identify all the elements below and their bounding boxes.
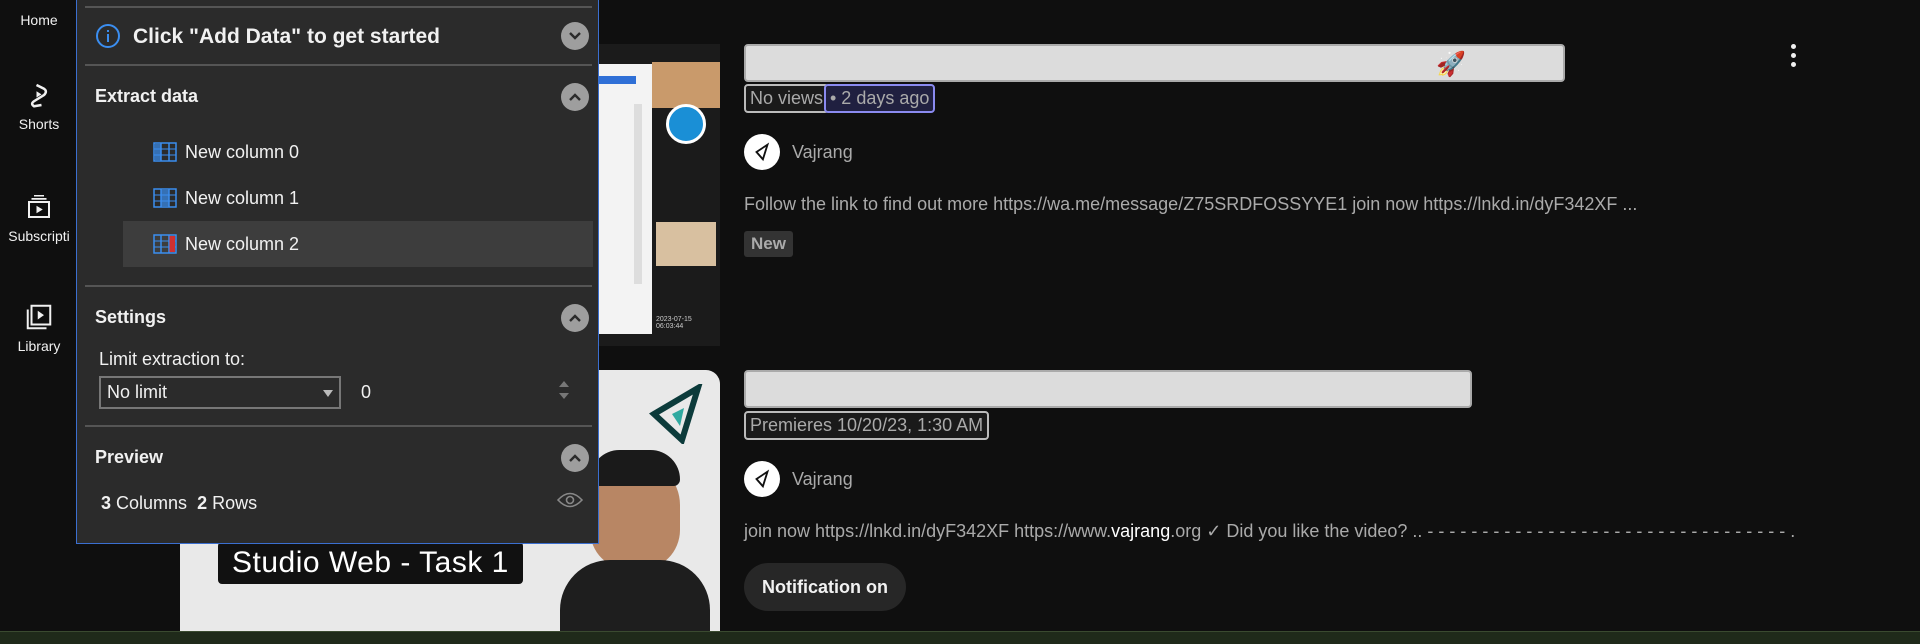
- guide-item-shorts[interactable]: Shorts: [0, 80, 78, 132]
- settings-heading: Settings: [95, 307, 167, 327]
- video-description: Follow the link to find out more https:/…: [744, 194, 1638, 214]
- thumbnail-person: [652, 62, 720, 108]
- channel-avatar[interactable]: [744, 461, 780, 497]
- divider: [85, 285, 592, 287]
- premiere-date: Premieres 10/20/23, 1:30 AM: [744, 411, 990, 440]
- taskbar-edge: [0, 631, 1920, 644]
- thumbnail-timestamp: 2023-07-15 06:03:44: [656, 316, 692, 330]
- banner-text: Click "Add Data" to get started: [133, 25, 440, 48]
- rocket-icon: 🚀: [1436, 51, 1466, 78]
- subscriptions-icon: [28, 195, 50, 218]
- channel-name[interactable]: Vajrang: [792, 469, 853, 490]
- divider: [85, 425, 592, 427]
- column-item[interactable]: New column 0: [123, 129, 593, 175]
- spinner-down-icon[interactable]: [559, 393, 569, 399]
- spinner-up-icon[interactable]: [559, 381, 569, 387]
- number-spinner[interactable]: [558, 380, 570, 406]
- thumbnail-screen-area: [590, 64, 652, 334]
- shorts-icon: [30, 83, 48, 108]
- video-title[interactable]: [744, 370, 1472, 408]
- column-item[interactable]: New column 1: [123, 175, 593, 221]
- channel-link[interactable]: Vajrang: [744, 134, 853, 170]
- limit-number-value: 0: [361, 382, 372, 402]
- preview-summary: 3 Columns 2 Rows: [101, 493, 257, 514]
- guide-item-subscriptions[interactable]: Subscripti: [0, 192, 78, 244]
- column-icon: [153, 188, 177, 208]
- limit-number-input[interactable]: 0: [349, 376, 574, 409]
- chevron-up-icon: [569, 314, 581, 322]
- column-label: New column 1: [185, 187, 300, 208]
- limit-dropdown[interactable]: No limit: [99, 376, 341, 409]
- guide-item-label: Shorts: [18, 116, 60, 132]
- preview-heading: Preview: [95, 447, 164, 467]
- channel-avatar[interactable]: [744, 134, 780, 170]
- channel-link[interactable]: Vajrang: [744, 461, 853, 497]
- thumbnail-title: Studio Web - Task 1: [218, 542, 523, 584]
- guide-sidebar: Home Shorts Subscripti Library: [0, 0, 78, 644]
- extract-data-heading: Extract data: [95, 86, 199, 106]
- vajrang-logo-icon: [649, 384, 703, 444]
- chevron-up-icon: [569, 454, 581, 462]
- description-text: join now https://lnkd.in/dyF342XF https:…: [744, 521, 1112, 541]
- guide-item-library[interactable]: Library: [0, 302, 78, 354]
- column-label: New column 0: [185, 141, 300, 162]
- limit-dropdown-value: No limit: [107, 382, 168, 402]
- guide-item-label: Home: [20, 12, 58, 28]
- view-count: No views: [744, 84, 830, 113]
- library-icon: [26, 304, 52, 330]
- video-thumbnail[interactable]: 2023-07-15 06:03:44: [590, 44, 720, 346]
- eye-icon[interactable]: [557, 491, 583, 509]
- new-badge: New: [744, 231, 793, 257]
- column-label: New column 2: [185, 233, 300, 254]
- description-text: .org ✓ Did you like the video? .. - - - …: [1170, 521, 1796, 541]
- divider: [85, 64, 592, 66]
- channel-name[interactable]: Vajrang: [792, 142, 853, 163]
- guide-item-label: Subscripti: [8, 228, 70, 244]
- thumbnail-logo: [666, 104, 706, 144]
- upload-age: • 2 days ago: [824, 84, 936, 113]
- thumbnail-person: [656, 222, 716, 266]
- collapse-banner-button[interactable]: [561, 22, 589, 50]
- divider: [85, 6, 592, 8]
- caret-down-icon: [323, 390, 333, 397]
- channel-logo-icon: [755, 142, 770, 162]
- notification-on-button[interactable]: Notification on: [744, 563, 906, 611]
- collapse-settings-button[interactable]: [561, 304, 589, 332]
- collapse-preview-button[interactable]: [561, 444, 589, 472]
- chevron-down-icon: [569, 32, 581, 40]
- column-icon: [153, 142, 177, 162]
- video-title[interactable]: 🚀: [744, 44, 1565, 82]
- column-item-selected[interactable]: New column 2: [123, 221, 593, 267]
- thumbnail-bar: [596, 76, 636, 84]
- description-highlight: vajrang: [1111, 521, 1171, 541]
- preview-rows-label: Rows: [212, 493, 258, 513]
- collapse-extract-button[interactable]: [561, 83, 589, 111]
- preview-columns-count: 3: [101, 493, 112, 513]
- preview-columns-label: Columns: [116, 493, 188, 513]
- column-icon: [153, 234, 177, 254]
- channel-logo-icon: [755, 469, 770, 489]
- preview-rows-count: 2: [197, 493, 208, 513]
- guide-item-home[interactable]: Home: [0, 12, 78, 28]
- limit-extraction-label: Limit extraction to:: [99, 349, 246, 369]
- info-icon: [96, 24, 120, 48]
- guide-item-label: Library: [17, 338, 61, 354]
- thumbnail-scroll: [634, 104, 642, 284]
- page: Home Shorts Subscripti Library 2023-07-1…: [0, 0, 1920, 644]
- more-actions-icon[interactable]: [1787, 44, 1799, 72]
- data-extraction-panel: Click "Add Data" to get started Extract …: [76, 0, 599, 544]
- video-description: join now https://lnkd.in/dyF342XF https:…: [744, 521, 1795, 542]
- chevron-up-icon: [569, 93, 581, 101]
